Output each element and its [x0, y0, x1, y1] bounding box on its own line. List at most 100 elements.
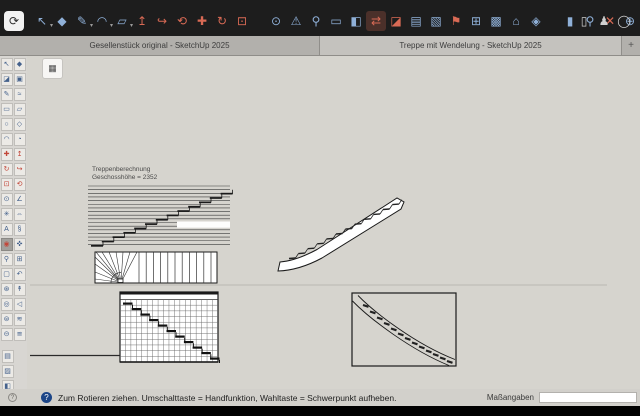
new-document[interactable]: ▯ [574, 11, 594, 31]
circle-tool-icon: ○ [4, 121, 8, 128]
overlay-panel-button[interactable]: ▦ [42, 58, 63, 79]
zoom-tool[interactable]: ⚲ [306, 11, 326, 31]
status-message: Zum Rotieren ziehen. Umschalttaste = Han… [58, 393, 396, 403]
rectangle-tool[interactable]: ▭ [1, 103, 13, 116]
rotate-active-tool[interactable]: ⟳ [4, 11, 24, 31]
sign-in[interactable]: ♟ [594, 11, 614, 31]
polygon-tool[interactable]: ◇ [14, 118, 26, 131]
make-component-tool-icon: ▣ [16, 76, 23, 83]
measurements-input[interactable] [539, 392, 637, 403]
tape-measure-tool[interactable]: ⊙ [1, 193, 13, 206]
eraser-tool[interactable]: ◪ [386, 11, 406, 31]
move-tool[interactable]: ✚ [192, 11, 212, 31]
tab-gesellenstueck[interactable]: Gesellenstück original - SketchUp 2025 [0, 36, 320, 55]
line-tool[interactable]: ✎ [1, 88, 13, 101]
top-toolbar: ⟳↖▾◆✎▾◠▾▱▾↥↪⟲✚↻⊡⊙⚠⚲▭◧⇄◪▤▧⚑⊞▩⌂◈▮⚲✕⊕≋≃≌ ▯♟… [0, 0, 640, 36]
offset-tool[interactable]: ⟲ [172, 11, 192, 31]
position-camera-tool[interactable]: ⊛ [1, 283, 13, 296]
section-plane-tool[interactable]: ◁ [14, 298, 26, 311]
arc-tool[interactable]: ◠ [1, 133, 13, 146]
position-camera-tool-icon: ⊛ [4, 286, 10, 293]
line-tool[interactable]: ✎▾ [72, 11, 92, 31]
freehand-tool[interactable]: ≈ [14, 88, 26, 101]
select-tool[interactable]: ↖ [1, 58, 13, 71]
zoom-tool[interactable]: ⚲ [1, 253, 13, 266]
rectangle-tool-icon: ▭ [3, 106, 10, 113]
help-icon[interactable]: ? [41, 392, 52, 403]
flip-tool[interactable]: ⇄ [366, 11, 386, 31]
position-pin-tool[interactable]: ⚑ [446, 11, 466, 31]
3d-warehouse-tool[interactable]: ◈ [526, 11, 546, 31]
extension-warehouse-tool[interactable]: ⌂ [506, 11, 526, 31]
text-tool-icon: A [4, 226, 9, 233]
model-info-tool[interactable]: ⚠ [286, 11, 306, 31]
label-tool-icon: ▭ [330, 15, 341, 27]
styles-tool[interactable]: ▧ [426, 11, 446, 31]
sandbox-contours-tool[interactable]: ⊜ [1, 313, 13, 326]
model-canvas[interactable]: ▦ TreppenberechnungGeschosshöhe = 2352 [27, 56, 640, 389]
tab-treppe-mit-wendelung[interactable]: Treppe mit Wendelung - SketchUp 2025 [320, 36, 622, 55]
pie-tool[interactable]: ◔ [14, 133, 26, 146]
circle-tool[interactable]: ○ [1, 118, 13, 131]
document-tab-bar: Gesellenstück original - SketchUp 2025 T… [0, 36, 640, 56]
extension-warehouse-tool-icon: ⌂ [512, 15, 519, 27]
shape-tool[interactable]: ▱▾ [112, 11, 132, 31]
zoom-extents-tool[interactable]: ▢ [1, 268, 13, 281]
rotate-tool[interactable]: ↻ [212, 11, 232, 31]
offset-tool-icon: ⟲ [177, 15, 187, 27]
scenes-tool[interactable]: ▤ [406, 11, 426, 31]
scale-tool[interactable]: ⊡ [1, 178, 13, 191]
stamp-tool[interactable]: ≌ [14, 328, 26, 341]
sandbox-scratch-tool[interactable]: ≋ [14, 313, 26, 326]
eraser-tool[interactable]: ◪ [1, 73, 13, 86]
3d-text-tool[interactable]: § [14, 223, 26, 236]
3d-warehouse-tool-icon: ◈ [531, 15, 540, 27]
offset-tool[interactable]: ⟲ [14, 178, 26, 191]
follow-me-tool[interactable]: ↪ [14, 163, 26, 176]
context-help-icon[interactable]: ? [8, 393, 17, 402]
overlays-panel-icon: ▤ [4, 353, 11, 360]
scale-tool-icon: ⊡ [237, 15, 247, 27]
pan-tool-icon: ✜ [17, 241, 23, 248]
push-pull-tool[interactable]: ↥ [14, 148, 26, 161]
rotated-rectangle-tool-icon: ▱ [17, 106, 22, 113]
materials-tool[interactable]: ▩ [486, 11, 506, 31]
follow-me-tool[interactable]: ↪ [152, 11, 172, 31]
move-tool[interactable]: ✚ [1, 148, 13, 161]
overlays-panel[interactable]: ▤ [2, 350, 14, 363]
protractor-tool[interactable]: ∠ [14, 193, 26, 206]
eraser-tool-icon: ◪ [3, 76, 10, 83]
make-component-tool[interactable]: ▣ [14, 73, 26, 86]
rotated-rectangle-tool[interactable]: ▱ [14, 103, 26, 116]
account-circle[interactable]: ◯ [614, 11, 634, 31]
paint-bucket-tool-icon: ◆ [57, 15, 66, 27]
status-bar: ? ? Zum Rotieren ziehen. Umschalttaste =… [0, 389, 640, 406]
zoom-window-tool[interactable]: ⊞ [14, 253, 26, 266]
tape-measure-tool[interactable]: ⊙ [266, 11, 286, 31]
pan-tool[interactable]: ✜ [14, 238, 26, 251]
arc-tool-icon: ◠ [3, 136, 9, 143]
position-pin-tool-icon: ⚑ [451, 15, 462, 27]
walk-tool[interactable]: ↟ [14, 283, 26, 296]
orbit-tool[interactable]: ◉ [1, 238, 13, 251]
paint-roller-tool[interactable]: ◧ [346, 11, 366, 31]
previous-view-tool[interactable]: ↶ [14, 268, 26, 281]
text-tool[interactable]: A [1, 223, 13, 236]
sign-in-icon: ♟ [599, 15, 610, 27]
new-tab-button[interactable]: + [622, 36, 640, 55]
materials-panel[interactable]: ▨ [2, 365, 14, 378]
paint-bucket-tool[interactable]: ◆ [52, 11, 72, 31]
axes-tool[interactable]: ✳ [1, 208, 13, 221]
label-tool[interactable]: ▭ [326, 11, 346, 31]
look-around-tool[interactable]: ◎ [1, 298, 13, 311]
paint-bucket-tool[interactable]: ◆ [14, 58, 26, 71]
dimension-tool[interactable]: ⇔ [14, 208, 26, 221]
components-tool[interactable]: ⊞ [466, 11, 486, 31]
rotate-tool[interactable]: ↻ [1, 163, 13, 176]
smoove-tool[interactable]: ⊝ [1, 328, 13, 341]
offset-tool-icon: ⟲ [17, 181, 23, 188]
scale-tool[interactable]: ⊡ [232, 11, 252, 31]
arc-tool[interactable]: ◠▾ [92, 11, 112, 31]
select-tool[interactable]: ↖▾ [32, 11, 52, 31]
push-pull-tool[interactable]: ↥ [132, 11, 152, 31]
